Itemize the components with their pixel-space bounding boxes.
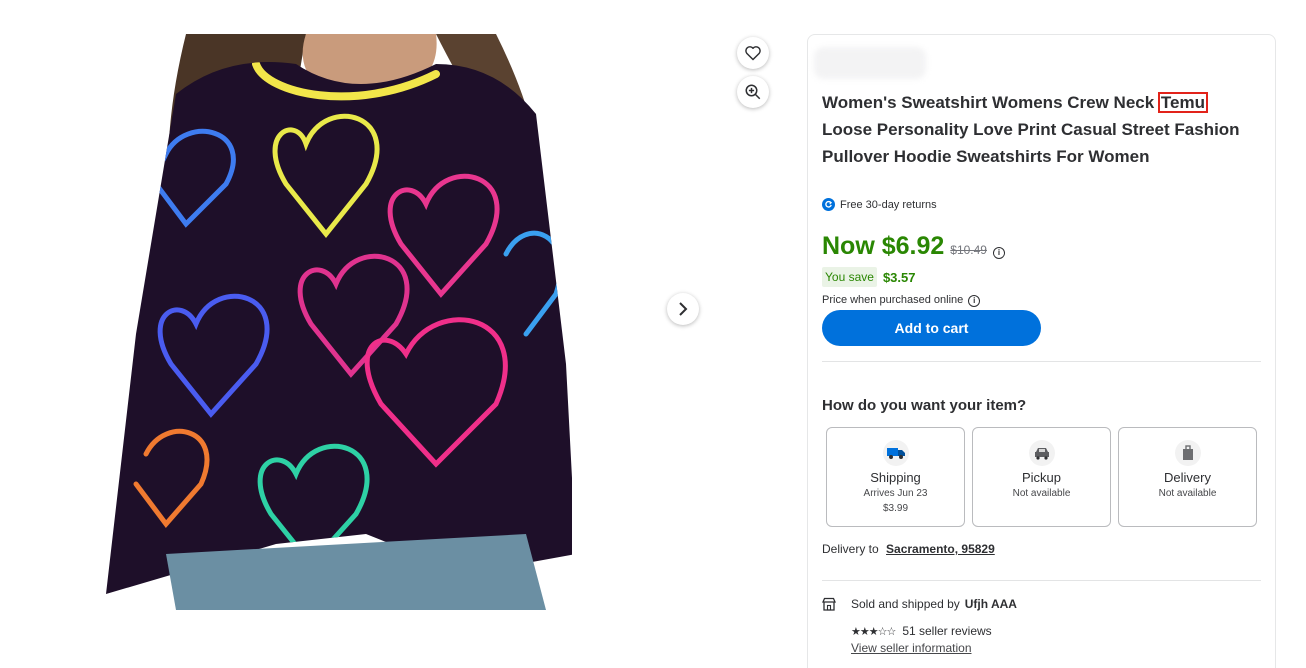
- seller-reviews: ★★★☆☆ 51 seller reviews: [851, 624, 992, 638]
- highlighted-brand-word: Temu: [1157, 92, 1208, 113]
- save-amount: $3.57: [882, 269, 916, 285]
- seller-name[interactable]: Ufjh AAA: [965, 597, 1017, 611]
- shipping-truck-icon: [882, 440, 909, 466]
- next-image-button[interactable]: [667, 293, 699, 325]
- delivery-bag-icon: [1174, 440, 1201, 466]
- seller-info: Sold and shipped by Ufjh AAA: [822, 597, 1017, 611]
- shipping-option[interactable]: Shipping Arrives Jun 23 $3.99: [826, 427, 965, 527]
- delivery-option[interactable]: Delivery Not available: [1118, 427, 1257, 527]
- add-to-cart-button[interactable]: Add to cart: [822, 310, 1041, 346]
- pickup-car-icon: [1028, 440, 1055, 466]
- savings-row: You save $3.57: [822, 267, 915, 287]
- price-note: Price when purchased online i: [822, 294, 981, 307]
- store-icon: [822, 597, 836, 611]
- price-row: Now $6.92 $10.49 i: [822, 232, 1005, 261]
- original-price: $10.49: [950, 243, 987, 257]
- divider: [822, 580, 1261, 581]
- free-returns: Free 30-day returns: [822, 198, 937, 211]
- pickup-option[interactable]: Pickup Not available: [972, 427, 1111, 527]
- you-save-badge: You save: [822, 267, 877, 287]
- returns-icon: [822, 198, 835, 211]
- fulfillment-heading: How do you want your item?: [822, 397, 1027, 414]
- product-image[interactable]: [106, 34, 572, 610]
- product-page: Women's Sweatshirt Womens Crew Neck Temu…: [0, 0, 1306, 668]
- divider: [822, 361, 1261, 362]
- view-seller-info-link[interactable]: View seller information: [851, 641, 972, 655]
- price-info-icon[interactable]: i: [992, 247, 1005, 259]
- current-price: Now $6.92: [822, 232, 945, 260]
- favorite-button[interactable]: [737, 37, 769, 69]
- product-title: Women's Sweatshirt Womens Crew Neck Temu…: [822, 92, 1240, 166]
- seller-rating-stars: ★★★☆☆: [851, 625, 896, 638]
- seller-reviews-count[interactable]: 51 seller reviews: [902, 624, 991, 638]
- heart-icon: [745, 46, 761, 61]
- delivery-location: Delivery to Sacramento, 95829: [822, 542, 995, 556]
- zoom-button[interactable]: [737, 76, 769, 108]
- brand-logo: [814, 47, 926, 79]
- price-note-info-icon[interactable]: i: [968, 295, 981, 307]
- delivery-location-link[interactable]: Sacramento, 95829: [886, 542, 995, 556]
- chevron-right-icon: [679, 302, 688, 316]
- zoom-in-icon: [745, 84, 761, 100]
